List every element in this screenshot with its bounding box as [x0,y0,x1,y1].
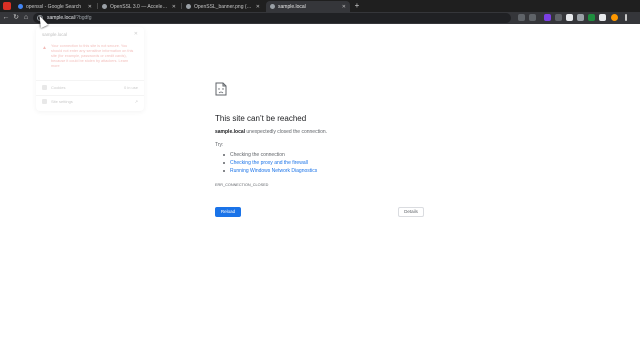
warning-icon: ▲ [42,45,47,51]
url-host: sample.local [47,15,75,21]
popup-title: sample.local [42,32,68,37]
gear-icon [42,99,47,105]
try-label: Try: [215,142,224,148]
error-description-text: unexpectedly closed the connection. [245,129,328,135]
extension-icon[interactable] [566,14,573,21]
tab-title: OpenSSL_banner.png (555×200) [194,3,253,10]
address-bar[interactable]: sample.local /?bgdfg [33,13,511,23]
browser-menu-icon[interactable] [3,2,11,10]
page-favicon-icon [102,4,107,9]
home-icon[interactable]: ⌂ [21,13,31,23]
extensions-puzzle-icon[interactable] [599,14,606,21]
site-settings-label: Site settings [51,99,73,104]
new-tab-button[interactable]: + [352,1,362,11]
close-tab-icon[interactable]: ✕ [342,4,346,10]
tab-google-search[interactable]: openssl - Google Search ✕ [14,1,96,12]
error-host: sample.local [215,129,246,135]
suggestion-link-proxy[interactable]: Checking the proxy and the firewall [223,160,308,166]
sad-document-icon [215,82,227,96]
image-favicon-icon [186,4,191,9]
reload-button[interactable]: Reload [215,207,241,217]
google-favicon-icon [18,4,23,9]
suggestion-text: Checking the connection [230,152,285,158]
site-info-popup: sample.local ✕ ▲ Your connection to this… [36,27,144,111]
tab-title: sample.local [278,3,306,10]
error-code: ERR_CONNECTION_CLOSED [215,183,269,187]
extension-icon[interactable] [544,14,551,21]
kebab-menu-icon[interactable] [625,14,627,21]
tab-openssl-banner[interactable]: OpenSSL_banner.png (555×200) ✕ [182,1,264,12]
share-icon[interactable] [518,14,525,21]
url-path: /?bgdfg [74,15,92,21]
cookies-label: Cookies [51,85,66,90]
tab-title: openssl - Google Search [26,3,82,10]
close-tab-icon[interactable]: ✕ [88,4,92,10]
bookmark-star-icon[interactable] [529,14,536,21]
site-settings-row[interactable]: Site settings ↗ [42,99,138,105]
close-tab-icon[interactable]: ✕ [172,4,176,10]
reload-icon[interactable]: ↻ [11,13,21,23]
details-button[interactable]: Details [398,207,424,217]
cookies-value: 0 in use [123,85,138,90]
tab-sample-local[interactable]: sample.local ✕ [266,1,350,12]
extension-icon[interactable] [588,14,595,21]
close-icon[interactable]: ✕ [134,31,138,37]
error-description: sample.local unexpectedly closed the con… [215,129,327,135]
tab-openssl-3[interactable]: OpenSSL 3.0 — Accelerating fo… ✕ [98,1,180,12]
tab-strip: openssl - Google Search ✕ OpenSSL 3.0 — … [0,0,640,12]
suggestion-link-diagnostics[interactable]: Running Windows Network Diagnostics [223,168,317,174]
suggestion-link-text[interactable]: Running Windows Network Diagnostics [230,168,317,174]
cookies-row[interactable]: Cookies 0 in use [42,85,138,91]
error-headline: This site can’t be reached [215,114,307,123]
page-favicon-icon [270,4,275,9]
suggestion-link-text[interactable]: Checking the proxy and the firewall [230,160,308,166]
profile-avatar-icon[interactable] [611,14,618,21]
extension-icon[interactable] [555,14,562,21]
back-arrow-icon[interactable]: ← [1,13,11,23]
suggestion-item: Checking the connection [223,152,285,158]
external-link-icon: ↗ [134,99,138,104]
insecure-connection-message: Your connection to this site is not secu… [51,44,134,68]
cookie-icon [42,85,47,91]
tab-title: OpenSSL 3.0 — Accelerating fo… [110,3,169,10]
close-tab-icon[interactable]: ✕ [256,4,260,10]
extension-icon[interactable] [577,14,584,21]
